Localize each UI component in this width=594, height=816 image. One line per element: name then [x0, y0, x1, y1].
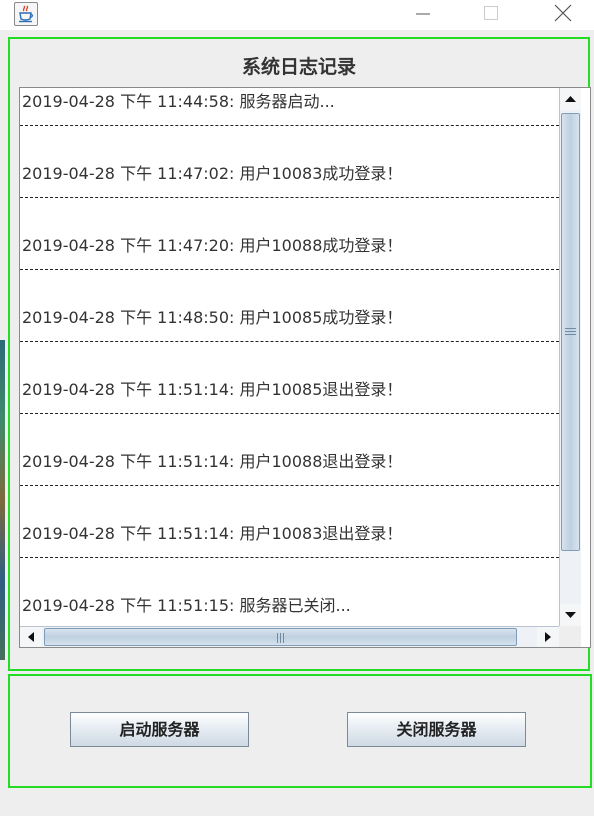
maximize-button[interactable]: [468, 0, 514, 30]
log-entry: 2019-04-28 下午 11:48:50: 用户10085成功登录！: [22, 308, 403, 327]
log-separator: [20, 341, 559, 342]
arrow-right-icon: [545, 632, 551, 642]
log-entry: 2019-04-28 下午 11:51:14: 用户10085退出登录！: [22, 380, 403, 399]
start-server-button[interactable]: 启动服务器: [70, 712, 249, 747]
close-icon: [554, 4, 572, 22]
close-button[interactable]: [540, 0, 586, 30]
thumb-grip: [565, 334, 576, 335]
log-panel: 系统日志记录 2019-04-28 下午 11:44:58: 服务器启动... …: [8, 37, 591, 671]
minimize-icon: [416, 13, 430, 15]
log-entry: 2019-04-28 下午 11:51:14: 用户10088退出登录！: [22, 452, 403, 471]
minimize-button[interactable]: [400, 0, 446, 30]
horizontal-scroll-thumb[interactable]: [44, 628, 517, 646]
log-separator: [20, 269, 559, 270]
thumb-grip: [565, 331, 576, 332]
scroll-up-button[interactable]: [560, 88, 581, 110]
button-panel: 启动服务器 关闭服务器: [8, 674, 592, 788]
thumb-grip: [283, 633, 284, 643]
vertical-scroll-thumb[interactable]: [561, 113, 580, 551]
scroll-down-button[interactable]: [560, 604, 581, 626]
log-scroll-pane[interactable]: 2019-04-28 下午 11:44:58: 服务器启动... 2019-04…: [19, 87, 591, 648]
arrow-up-icon: [565, 96, 576, 102]
log-separator: [20, 197, 559, 198]
scroll-left-button[interactable]: [20, 627, 42, 647]
log-list[interactable]: 2019-04-28 下午 11:44:58: 服务器启动... 2019-04…: [20, 88, 559, 626]
maximize-icon: [484, 6, 498, 20]
desktop-background-strip: [0, 340, 5, 660]
log-separator: [20, 485, 559, 486]
stop-server-button[interactable]: 关闭服务器: [347, 712, 526, 747]
horizontal-scrollbar[interactable]: [20, 626, 559, 647]
vertical-scrollbar[interactable]: [559, 88, 581, 626]
thumb-grip: [565, 328, 576, 329]
scroll-right-button[interactable]: [537, 627, 559, 647]
log-entry: 2019-04-28 下午 11:44:58: 服务器启动...: [22, 92, 335, 111]
arrow-down-icon: [565, 612, 576, 618]
log-entry: 2019-04-28 下午 11:51:14: 用户10083退出登录！: [22, 524, 403, 543]
arrow-left-icon: [28, 632, 34, 642]
log-title: 系统日志记录: [241, 56, 356, 78]
scrollbar-corner: [559, 626, 581, 647]
log-entry: 2019-04-28 下午 11:47:20: 用户10088成功登录！: [22, 236, 403, 255]
java-cup-icon[interactable]: [14, 2, 38, 26]
log-separator: [20, 413, 559, 414]
thumb-grip: [277, 633, 278, 643]
log-separator: [20, 125, 559, 126]
log-entry: 2019-04-28 下午 11:47:02: 用户10083成功登录！: [22, 164, 403, 183]
thumb-grip: [280, 633, 281, 643]
log-entry: 2019-04-28 下午 11:51:15: 服务器已关闭...: [22, 596, 351, 615]
title-bar: [0, 0, 594, 30]
log-separator: [20, 557, 559, 558]
